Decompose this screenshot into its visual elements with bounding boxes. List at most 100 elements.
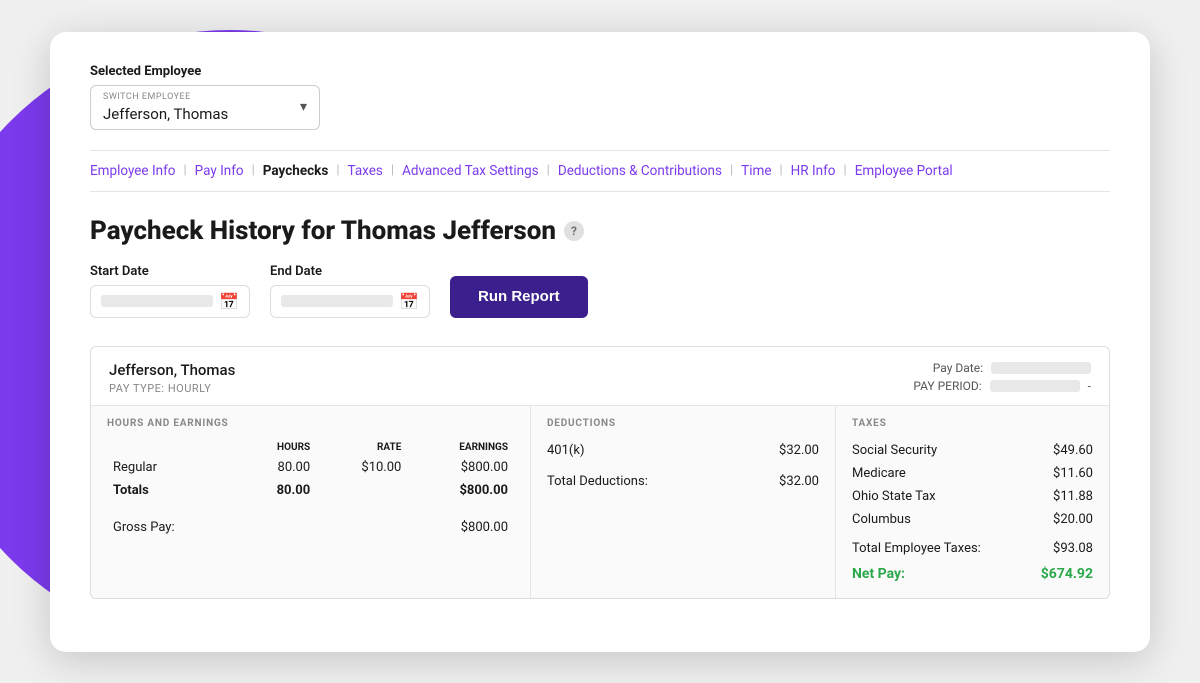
- end-date-input-wrap[interactable]: 📅: [270, 285, 430, 318]
- row-regular-rate: $10.00: [316, 456, 407, 479]
- nav-item-hr-info[interactable]: HR Info: [791, 163, 836, 179]
- tax-label-columbus: Columbus: [852, 512, 911, 527]
- pay-date-row: Pay Date:: [913, 361, 1091, 375]
- end-date-field: End Date 📅: [270, 264, 430, 318]
- employee-dropdown[interactable]: SWITCH EMPLOYEE Jefferson, Thomas ▾: [90, 85, 320, 130]
- nav-item-employee-portal[interactable]: Employee Portal: [855, 163, 953, 179]
- nav-bar: Employee Info | Pay Info | Paychecks | T…: [90, 150, 1110, 192]
- tax-value-ss: $49.60: [1053, 443, 1093, 458]
- main-card: Selected Employee SWITCH EMPLOYEE Jeffer…: [50, 32, 1150, 652]
- paycheck-header-left: Jefferson, Thomas PAY TYPE: HOURLY: [109, 361, 235, 395]
- list-item: Ohio State Tax $11.88: [852, 485, 1093, 508]
- help-icon[interactable]: ?: [564, 221, 584, 241]
- end-date-calendar-icon[interactable]: 📅: [399, 292, 419, 311]
- nav-item-employee-info[interactable]: Employee Info: [90, 163, 175, 179]
- section-taxes: TAXES Social Security $49.60 Medicare $1…: [836, 406, 1109, 598]
- nav-item-deductions-contributions[interactable]: Deductions & Contributions: [558, 163, 722, 179]
- total-deductions-row: Total Deductions: $32.00: [547, 462, 819, 493]
- nav-item-time[interactable]: Time: [741, 163, 771, 179]
- list-item: 401(k) $32.00: [547, 439, 819, 462]
- start-date-label: Start Date: [90, 264, 250, 279]
- net-pay-label: Net Pay:: [852, 566, 905, 582]
- selected-employee-section: Selected Employee SWITCH EMPLOYEE Jeffer…: [90, 64, 1110, 130]
- gross-pay-row: Gross Pay: $800.00: [107, 516, 514, 539]
- tax-value-columbus: $20.00: [1053, 512, 1093, 527]
- total-deductions-label: Total Deductions:: [547, 474, 648, 489]
- nav-sep-1: |: [183, 163, 186, 178]
- start-date-calendar-icon[interactable]: 📅: [219, 292, 239, 311]
- nav-item-taxes[interactable]: Taxes: [348, 163, 383, 179]
- hours-earnings-title: HOURS AND EARNINGS: [107, 418, 514, 429]
- start-date-bar: [101, 295, 213, 307]
- deduction-value-401k: $32.00: [779, 443, 819, 458]
- total-taxes-value: $93.08: [1053, 541, 1093, 556]
- page-title: Paycheck History for Thomas Jefferson ?: [90, 216, 1110, 246]
- table-row: Regular 80.00 $10.00 $800.00: [107, 456, 514, 479]
- pay-period-label: PAY PERIOD:: [913, 379, 981, 393]
- gross-pay-value: $800.00: [407, 516, 514, 539]
- pay-date-label: Pay Date:: [933, 361, 983, 375]
- nav-item-advanced-tax-settings[interactable]: Advanced Tax Settings: [402, 163, 539, 179]
- paycheck-table-container: Jefferson, Thomas PAY TYPE: HOURLY Pay D…: [90, 346, 1110, 599]
- run-report-button[interactable]: Run Report: [450, 276, 588, 318]
- total-deductions-value: $32.00: [779, 474, 819, 489]
- row-regular-hours: 80.00: [236, 456, 316, 479]
- paycheck-header-right: Pay Date: PAY PERIOD: -: [913, 361, 1091, 395]
- total-employee-taxes-row: Total Employee Taxes: $93.08: [852, 531, 1093, 560]
- paycheck-employee-name: Jefferson, Thomas: [109, 361, 235, 379]
- nav-sep-8: |: [844, 163, 847, 178]
- start-date-field: Start Date 📅: [90, 264, 250, 318]
- nav-item-pay-info[interactable]: Pay Info: [195, 163, 244, 179]
- start-date-input-wrap[interactable]: 📅: [90, 285, 250, 318]
- totals-earnings: $800.00: [407, 479, 514, 502]
- net-pay-row: Net Pay: $674.92: [852, 560, 1093, 586]
- tax-value-ohio: $11.88: [1053, 489, 1093, 504]
- hours-table-header-row: HOURS RATE EARNINGS: [107, 439, 514, 456]
- col-header-rate: RATE: [316, 439, 407, 456]
- divider-row: [107, 502, 514, 516]
- tax-label-medicare: Medicare: [852, 466, 906, 481]
- col-header-hours: HOURS: [236, 439, 316, 456]
- net-pay-value: $674.92: [1041, 566, 1093, 582]
- nav-sep-7: |: [779, 163, 782, 178]
- date-range-row: Start Date 📅 End Date 📅 Run Report: [90, 264, 1110, 318]
- row-regular-earnings: $800.00: [407, 456, 514, 479]
- totals-label: Totals: [107, 479, 236, 502]
- end-date-label: End Date: [270, 264, 430, 279]
- paycheck-header: Jefferson, Thomas PAY TYPE: HOURLY Pay D…: [91, 347, 1109, 406]
- selected-employee-label: Selected Employee: [90, 64, 1110, 79]
- tax-label-ss: Social Security: [852, 443, 937, 458]
- row-regular-label: Regular: [107, 456, 236, 479]
- paycheck-pay-type: PAY TYPE: HOURLY: [109, 382, 235, 395]
- totals-rate: [316, 479, 407, 502]
- totals-hours: 80.00: [236, 479, 316, 502]
- tax-label-ohio: Ohio State Tax: [852, 489, 936, 504]
- dropdown-arrow-icon: ▾: [300, 99, 307, 115]
- deductions-title: DEDUCTIONS: [547, 418, 819, 429]
- section-hours-earnings: HOURS AND EARNINGS HOURS RATE EARNINGS R…: [91, 406, 531, 598]
- gross-pay-label: Gross Pay:: [107, 516, 236, 539]
- employee-name-dropdown: Jefferson, Thomas: [103, 105, 228, 123]
- nav-sep-5: |: [547, 163, 550, 178]
- totals-row: Totals 80.00 $800.00: [107, 479, 514, 502]
- total-taxes-label: Total Employee Taxes:: [852, 541, 981, 556]
- nav-sep-4: |: [391, 163, 394, 178]
- pay-period-dash: -: [1088, 379, 1091, 393]
- taxes-title: TAXES: [852, 418, 1093, 429]
- tax-value-medicare: $11.60: [1053, 466, 1093, 481]
- col-header-desc: [107, 439, 236, 456]
- section-deductions: DEDUCTIONS 401(k) $32.00 Total Deduction…: [531, 406, 836, 598]
- pay-period-value-bar: [990, 380, 1080, 392]
- end-date-bar: [281, 295, 393, 307]
- nav-sep-3: |: [336, 163, 339, 178]
- nav-item-paychecks[interactable]: Paychecks: [263, 163, 329, 179]
- col-header-earnings: EARNINGS: [407, 439, 514, 456]
- list-item: Social Security $49.60: [852, 439, 1093, 462]
- nav-sep-2: |: [252, 163, 255, 178]
- nav-sep-6: |: [730, 163, 733, 178]
- pay-period-row: PAY PERIOD: -: [913, 379, 1091, 393]
- switch-employee-label: SWITCH EMPLOYEE: [103, 92, 228, 102]
- list-item: Columbus $20.00: [852, 508, 1093, 531]
- pay-date-value-bar: [991, 362, 1091, 374]
- paycheck-body: HOURS AND EARNINGS HOURS RATE EARNINGS R…: [91, 406, 1109, 598]
